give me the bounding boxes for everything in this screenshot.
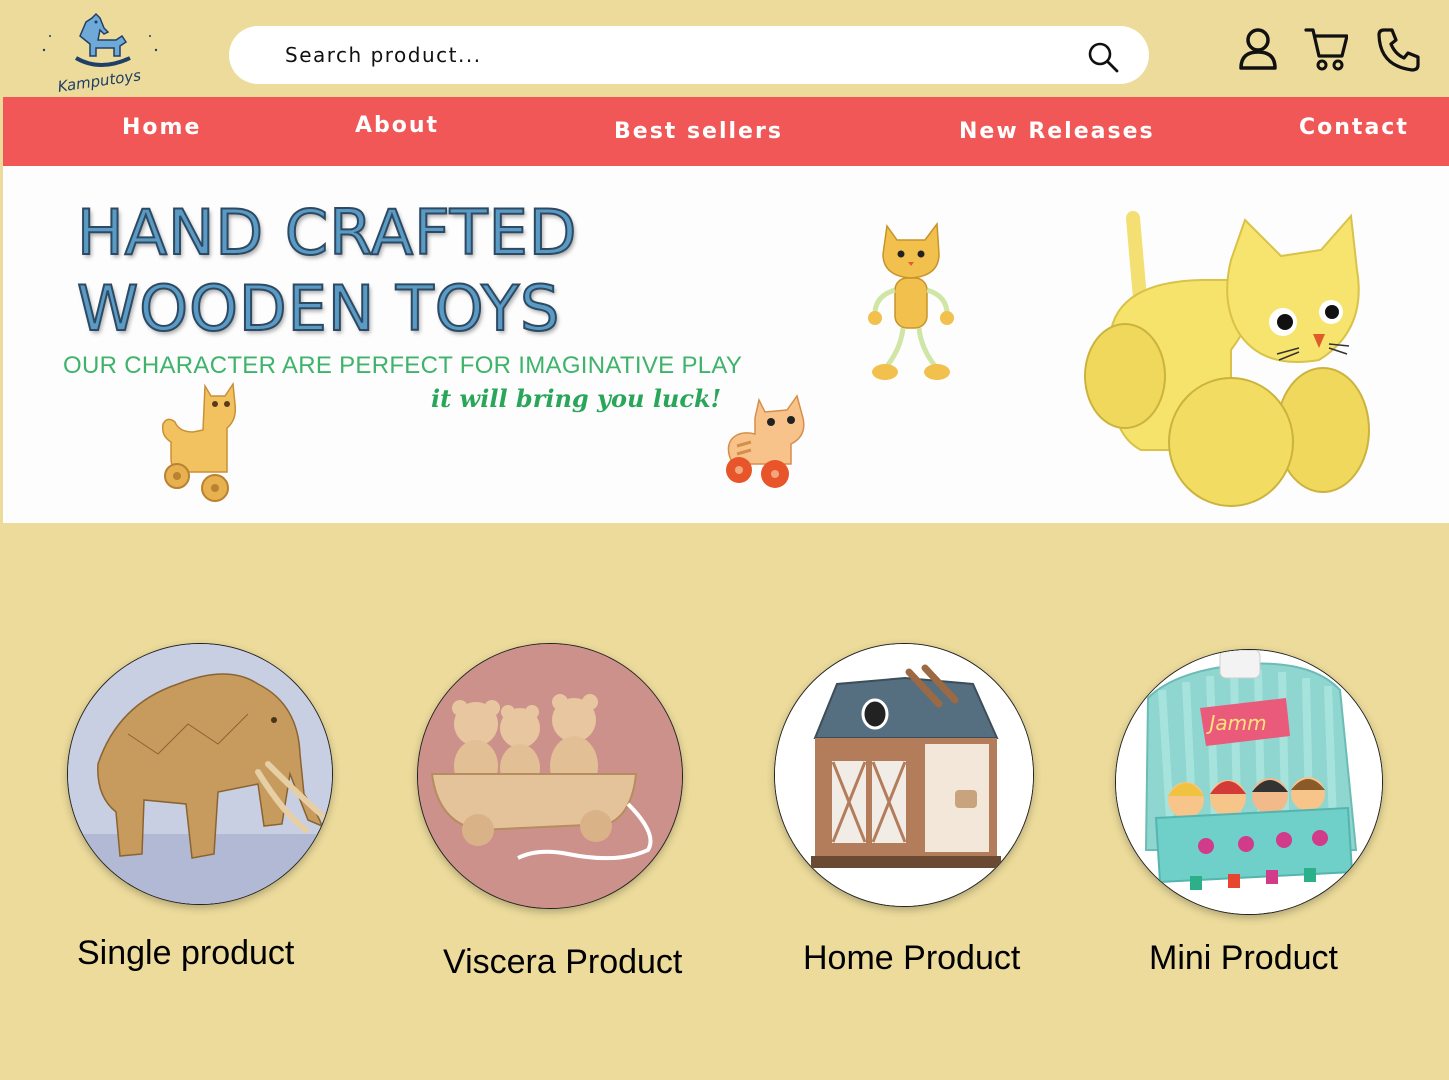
peg-dolls-toy-image: Jamm: [1116, 650, 1382, 914]
hero-subtitle: OUR CHARACTER ARE PERFECT FOR IMAGINATIV…: [63, 352, 743, 379]
site-header: Kamputoys: [0, 0, 1449, 97]
category-mini-product-image[interactable]: Jamm: [1115, 649, 1383, 915]
cart-icon[interactable]: [1304, 26, 1348, 72]
hero-tagline: it will bring you luck!: [431, 384, 722, 413]
hero-title-line1: HAND CRAFTED: [76, 195, 578, 270]
category-mini-product-label[interactable]: Mini Product: [1149, 939, 1338, 978]
category-viscera-product-image[interactable]: [417, 643, 683, 909]
search-bar: [229, 26, 1149, 84]
kamputoys-logo[interactable]: Kamputoys: [38, 6, 162, 96]
hero-title-line2: WOODEN TOYS: [76, 271, 561, 346]
search-input[interactable]: [285, 26, 1065, 84]
nav-new-releases[interactable]: New Releases: [959, 119, 1155, 144]
wooden-barn-house-image: [775, 644, 1033, 906]
svg-text:Kamputoys: Kamputoys: [57, 66, 143, 96]
category-single-product-label[interactable]: Single product: [77, 934, 294, 973]
nav-about[interactable]: About: [355, 113, 439, 138]
user-icon[interactable]: [1236, 26, 1280, 72]
standing-cat-figure-image: [868, 221, 954, 380]
bears-boat-toy-image: [418, 644, 682, 908]
main-nav: Home About Best sellers New Releases Con…: [3, 97, 1449, 166]
nav-best-sellers[interactable]: Best sellers: [614, 119, 783, 144]
wooden-mammoth-image: [68, 644, 332, 904]
cat-red-wheels-toy-image: [726, 394, 805, 488]
category-home-product-label[interactable]: Home Product: [803, 939, 1020, 978]
nav-contact[interactable]: Contact: [1299, 115, 1409, 140]
search-icon[interactable]: [1085, 39, 1121, 75]
category-single-product-image[interactable]: [67, 643, 333, 905]
phone-icon[interactable]: [1376, 26, 1420, 72]
big-yellow-cat-toy-image: [1084, 211, 1370, 507]
nav-home[interactable]: Home: [122, 115, 201, 140]
category-viscera-product-label[interactable]: Viscera Product: [443, 943, 682, 982]
category-home-product-image[interactable]: [774, 643, 1034, 907]
hero-banner: HAND CRAFTED WOODEN TOYS OUR CHARACTER A…: [3, 166, 1449, 523]
wooden-cat-toy-image: [161, 381, 237, 502]
svg-text:Jamm: Jamm: [1205, 711, 1266, 735]
